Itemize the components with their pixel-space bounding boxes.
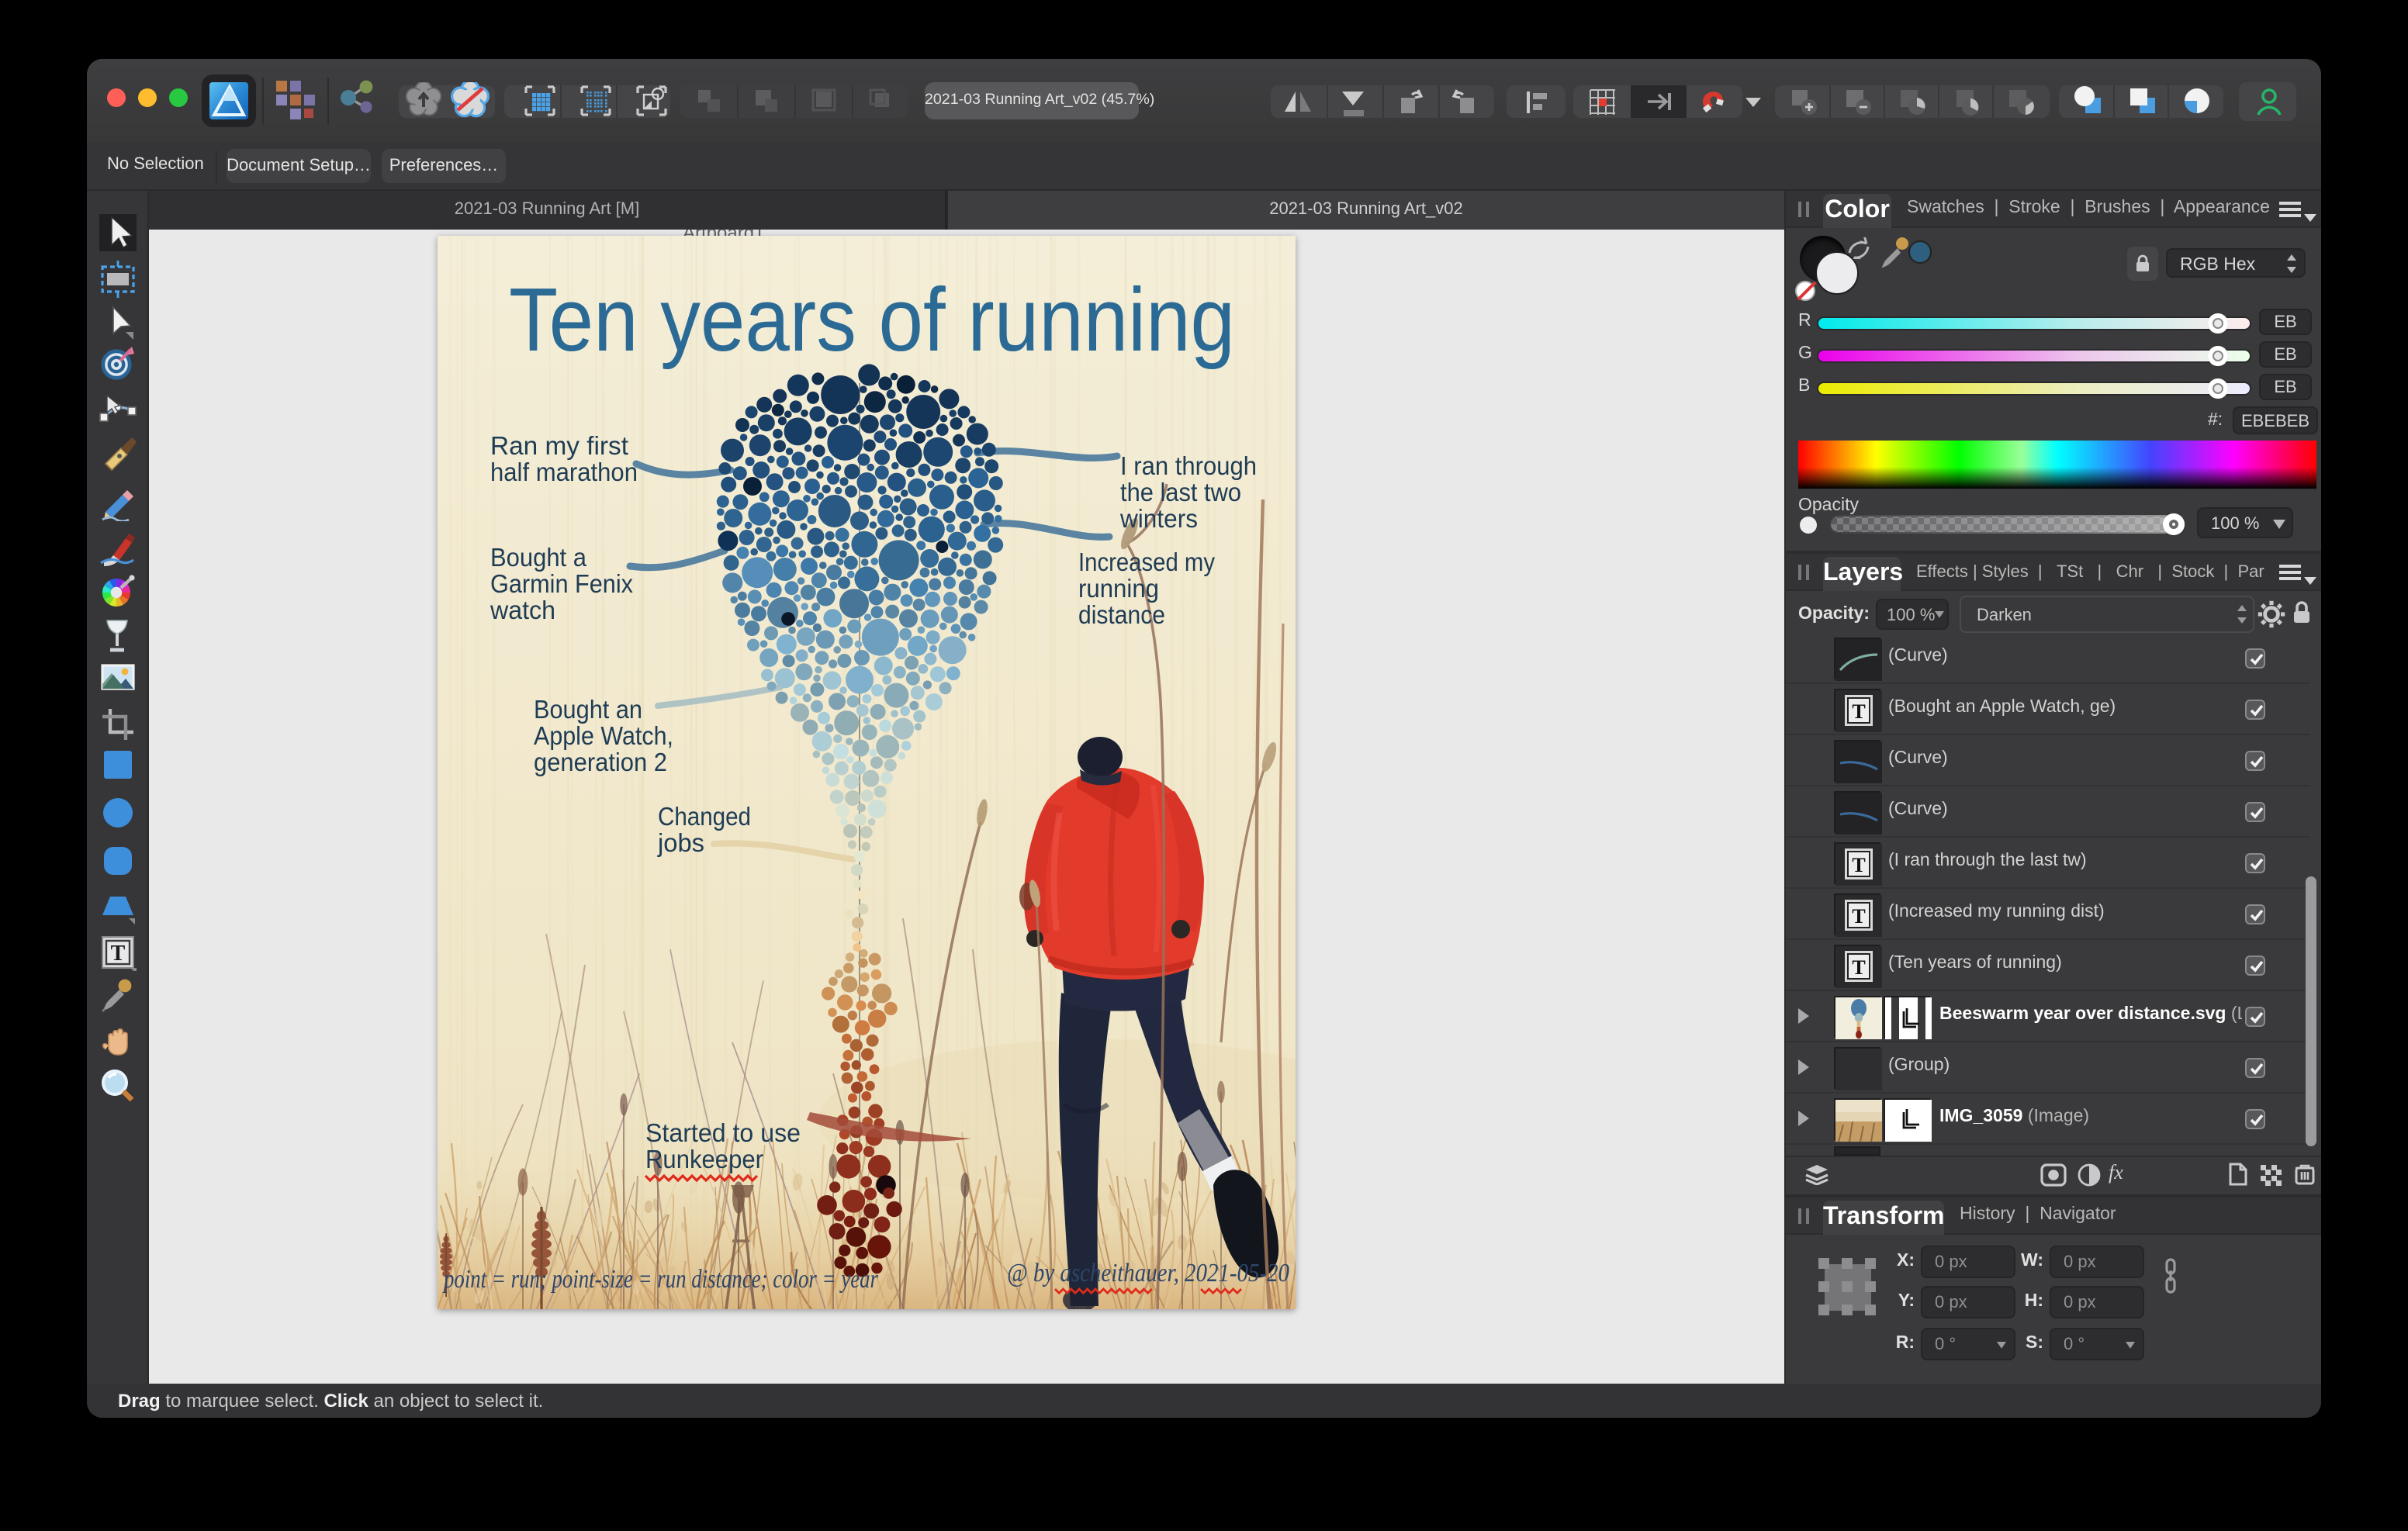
svg-text:T: T: [1852, 956, 1865, 979]
svg-text:Bought an: Bought an: [534, 695, 642, 724]
svg-text:T: T: [1852, 700, 1865, 723]
svg-text:Apple Watch,: Apple Watch,: [534, 721, 673, 750]
svg-text:Bought a: Bought a: [490, 543, 587, 572]
svg-text:@ by ascheithauer, 2021-05-20: @ by ascheithauer, 2021-05-20: [1007, 1259, 1289, 1287]
svg-text:T: T: [111, 942, 126, 966]
svg-text:generation 2: generation 2: [534, 748, 667, 776]
svg-text:distance: distance: [1078, 600, 1165, 629]
svg-text:Garmin Fenix: Garmin Fenix: [490, 569, 633, 598]
svg-text:Ten years of running: Ten years of running: [509, 269, 1235, 370]
svg-text:jobs: jobs: [657, 828, 704, 857]
svg-text:I ran through: I ran through: [1120, 451, 1257, 480]
svg-text:Increased my: Increased my: [1078, 548, 1215, 576]
svg-text:the last two: the last two: [1120, 478, 1241, 506]
svg-text:watch: watch: [490, 596, 555, 624]
svg-text:T: T: [1852, 905, 1865, 928]
svg-text:T: T: [1852, 854, 1865, 876]
svg-text:Runkeeper: Runkeeper: [645, 1145, 763, 1173]
svg-text:running: running: [1078, 574, 1159, 603]
svg-text:half marathon: half marathon: [490, 458, 638, 486]
svg-text:Changed: Changed: [658, 802, 751, 831]
svg-text:Ran my first: Ran my first: [490, 431, 628, 460]
svg-text:winters: winters: [1119, 504, 1198, 533]
svg-text:Started to use: Started to use: [645, 1118, 801, 1147]
svg-text:point = run; point-size = run: point = run; point-size = run distance; …: [442, 1265, 878, 1294]
